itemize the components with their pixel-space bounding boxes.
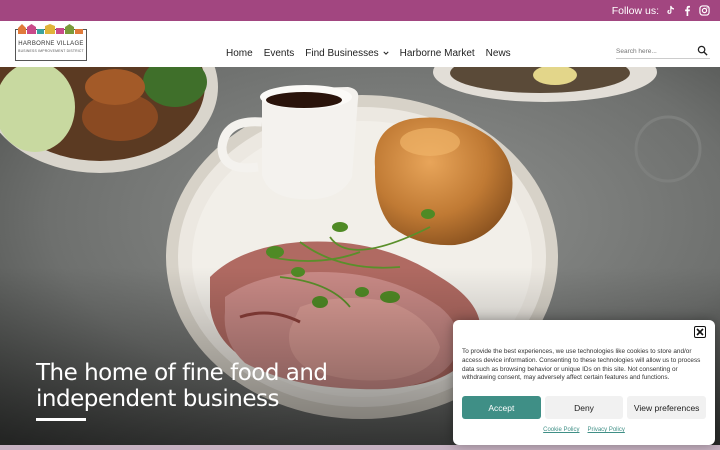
- main-nav: Home Events Find Businesses Harborne Mar…: [226, 42, 511, 64]
- follow-label: Follow us:: [611, 4, 659, 17]
- nav-news[interactable]: News: [486, 48, 511, 59]
- nav-harborne-market[interactable]: Harborne Market: [400, 48, 475, 59]
- search-box: [616, 43, 710, 59]
- hero-title-line-1: The home of fine food and: [36, 360, 328, 386]
- hero-title-line-2: independent business: [36, 386, 279, 412]
- close-icon[interactable]: [694, 326, 706, 338]
- harborne-village-logo[interactable]: HARBORNE VILLAGE BUSINESS IMPROVEMENT DI…: [15, 24, 87, 61]
- deny-button[interactable]: Deny: [544, 396, 624, 419]
- tiktok-icon[interactable]: [665, 5, 676, 16]
- cookie-button-row: Accept Deny View preferences: [462, 396, 707, 419]
- nav-find-businesses-label: Find Businesses: [305, 47, 379, 59]
- chevron-down-icon: [383, 51, 389, 55]
- hero-title: The home of fine food and independent bu…: [36, 360, 336, 412]
- site-header: HARBORNE VILLAGE BUSINESS IMPROVEMENT DI…: [0, 21, 720, 67]
- cookie-policy-link[interactable]: Cookie Policy: [543, 427, 579, 433]
- logo-subtitle: BUSINESS IMPROVEMENT DISTRICT: [18, 49, 84, 53]
- nav-home[interactable]: Home: [226, 48, 253, 59]
- facebook-icon[interactable]: [682, 5, 693, 16]
- cookie-consent-dialog: To provide the best experiences, we use …: [453, 320, 715, 445]
- search-input[interactable]: [616, 45, 694, 57]
- nav-events[interactable]: Events: [264, 48, 295, 59]
- social-follow: Follow us:: [612, 0, 710, 21]
- hero-title-underline: [36, 418, 86, 421]
- cookie-message: To provide the best experiences, we use …: [462, 348, 701, 382]
- accept-button[interactable]: Accept: [462, 396, 541, 419]
- instagram-icon[interactable]: [699, 5, 710, 16]
- cookie-links: Cookie Policy Privacy Policy: [453, 427, 715, 433]
- top-bar: Follow us:: [0, 0, 720, 21]
- nav-find-businesses[interactable]: Find Businesses: [305, 47, 389, 59]
- privacy-policy-link[interactable]: Privacy Policy: [588, 427, 625, 433]
- view-preferences-button[interactable]: View preferences: [627, 396, 707, 419]
- section-divider: [0, 445, 720, 450]
- search-icon[interactable]: [697, 45, 708, 56]
- rooftops-icon: [18, 24, 83, 34]
- logo-title: HARBORNE VILLAGE: [18, 41, 84, 47]
